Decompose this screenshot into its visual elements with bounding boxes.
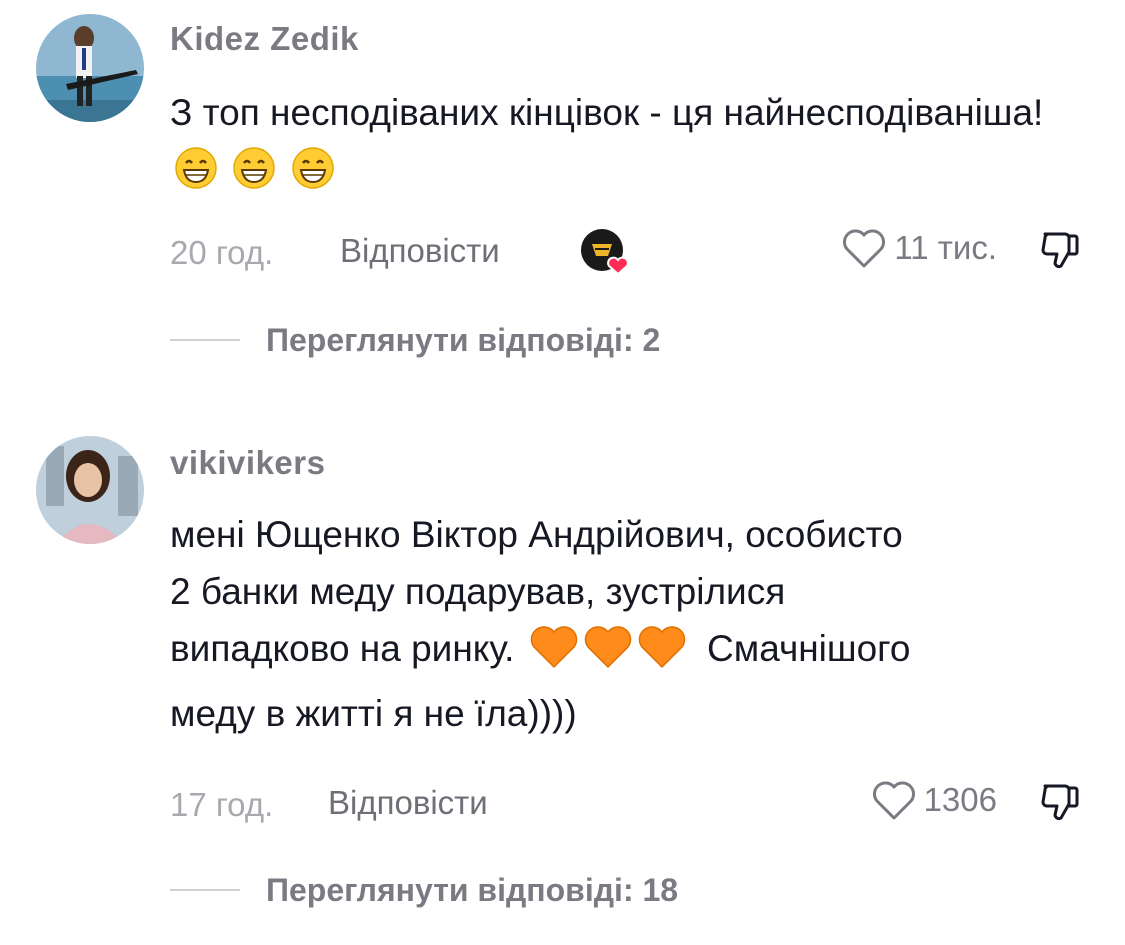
avatar[interactable] [36,436,144,544]
orange-heart-emoji [637,625,687,685]
comment-time: 17 год. [170,786,274,823]
heart-outline-icon [843,229,886,268]
comment-text-line: мені Ющенко Віктор Андрійович, особисто [170,514,903,555]
orange-heart-emoji [583,625,633,685]
comment-text: З топ несподіваних кінцівок - ця найнесп… [170,84,1090,206]
view-replies-button[interactable]: Переглянути відповіді: 18 [170,870,678,910]
comment-text-line: 2 банки меду подарував, зустрілися [170,571,786,612]
view-replies-label: Переглянути відповіді: 18 [266,871,679,908]
comment-username[interactable]: Kidez Zedik [170,20,359,58]
like-button[interactable]: 1306 [870,778,997,822]
thumbs-down-icon [1041,232,1079,269]
like-count: 1306 [923,781,997,818]
comment-username[interactable]: vikivikers [170,444,325,482]
comment-text: мені Ющенко Віктор Андрійович, особисто … [170,506,1090,742]
like-count: 11 тис. [894,229,997,266]
heart-outline-icon [872,781,915,820]
grinning-face-emoji [232,146,276,206]
comment-text-line: випадково на ринку. Смачнішого [170,620,1090,685]
dislike-button[interactable] [1037,778,1085,834]
comment-meta-row: 20 год. Відповісти 11 тис. [170,226,1085,276]
comment-time: 20 год. [170,234,274,271]
orange-heart-emoji [529,625,579,685]
comment-text-content: З топ несподіваних кінцівок - ця найнесп… [170,92,1044,133]
replies-divider [170,339,240,341]
avatar[interactable] [36,14,144,122]
comment-text-line: меду в житті я не їла)))) [170,693,577,734]
grinning-face-emoji [174,146,218,206]
grinning-face-emoji [291,146,335,206]
reply-button[interactable]: Відповісти [340,232,500,270]
reply-button[interactable]: Відповісти [328,784,488,822]
replies-divider [170,889,240,891]
view-replies-label: Переглянути відповіді: 2 [266,321,661,358]
dislike-button[interactable] [1037,226,1085,282]
comment-meta-row: 17 год. Відповісти 1306 [170,778,1085,828]
comment-text-line-part: випадково на ринку. [170,628,515,669]
thumbs-down-icon [1041,784,1079,821]
comment-text-line-part: Смачнішого [707,628,911,669]
like-button[interactable]: 11 тис. [840,226,997,270]
view-replies-button[interactable]: Переглянути відповіді: 2 [170,320,660,360]
creator-liked-badge-icon [580,228,632,278]
